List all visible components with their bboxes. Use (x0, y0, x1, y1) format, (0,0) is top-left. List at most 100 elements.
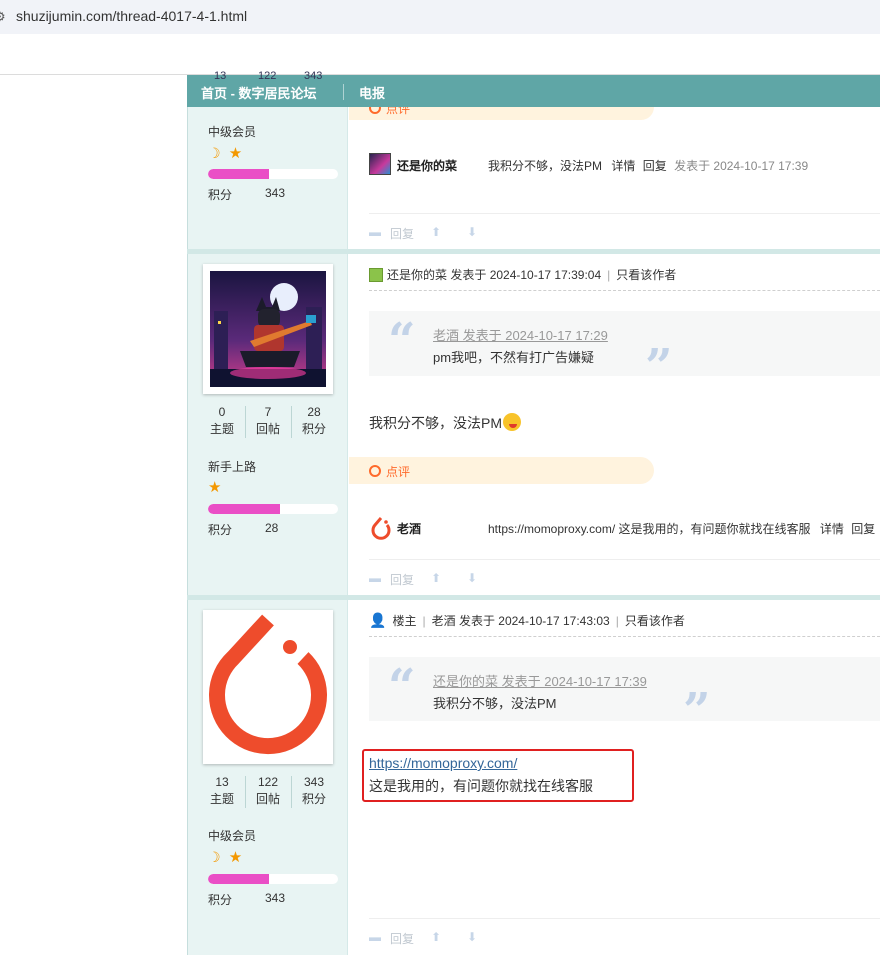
bookmarks-bar (0, 34, 880, 75)
post-author[interactable]: 还是你的菜 (387, 268, 447, 282)
avatar[interactable] (369, 153, 391, 175)
post-meta: 👤 楼主 | 老酒 发表于 2024-10-17 17:43:03 | 只看该作者 (369, 612, 685, 628)
post-time: 发表于 2024-10-17 17:39:04 (450, 268, 602, 282)
comment-text: https://momoproxy.com/ 这是我用的，有问题你就找在线客服 … (488, 520, 875, 537)
stat-replies[interactable]: 7 回帖 (245, 404, 291, 438)
online-status-icon (369, 268, 383, 282)
stat-label: 回帖 (255, 792, 280, 806)
moon-icon: ☽ (208, 849, 221, 865)
nav-divider (343, 84, 344, 100)
dianping-label: 点评 (386, 465, 411, 479)
comment-detail-link[interactable]: 详情 (611, 159, 635, 173)
rank-progress-fill (208, 504, 280, 514)
owner-badge: 楼主 (392, 614, 417, 628)
url-text[interactable]: shuzijumin.com/thread-4017-4-1.html (16, 8, 247, 24)
open-quote-icon: “ (388, 659, 416, 715)
divider (369, 636, 880, 637)
only-author-link[interactable]: 只看该作者 (616, 268, 676, 282)
avatar-image (210, 271, 326, 387)
downvote-icon[interactable]: ⬇ (467, 930, 477, 944)
reply-icon[interactable]: ▬ (369, 930, 381, 944)
user-rank: 新手上路 (208, 460, 257, 474)
reply-button[interactable]: 回复 (390, 571, 414, 588)
stat-value: 7 (264, 405, 272, 419)
quote-block: “ 老酒 发表于 2024-10-17 17:29 pm我吧，不然有打广告嫌疑 … (369, 311, 880, 391)
ghost-stat-threads: 13 (214, 70, 227, 82)
emoji-icon (503, 413, 521, 431)
reply-icon[interactable]: ▬ (369, 571, 381, 585)
user-rank: 中级会员 (208, 125, 257, 139)
rank-icons: ☽ ★ (208, 848, 242, 866)
credit-row: 积分 343 (208, 891, 285, 908)
address-bar[interactable]: ⚙ shuzijumin.com/thread-4017-4-1.html (0, 0, 880, 34)
post-actions: ▬ 回复 ⬆ ⬇ (369, 223, 880, 241)
close-quote-icon: ” (645, 339, 673, 395)
downvote-icon[interactable]: ⬇ (467, 571, 477, 585)
star-icon: ★ (228, 145, 243, 162)
post-separator (187, 249, 880, 254)
avatar-image (209, 614, 327, 755)
quote-block: “ 还是你的菜 发表于 2024-10-17 17:39 我积分不够，没法PM … (369, 657, 880, 735)
post-meta: 还是你的菜 发表于 2024-10-17 17:39:04 | 只看该作者 (369, 266, 676, 283)
stat-label: 回帖 (255, 422, 280, 436)
avatar[interactable] (369, 516, 393, 540)
site-info-icon[interactable]: ⚙ (0, 9, 8, 25)
stat-label: 主题 (209, 792, 234, 806)
nav-telegram-link[interactable]: 电报 (359, 83, 385, 102)
post-separator (187, 595, 880, 600)
comment-detail-link[interactable]: 详情 (820, 522, 844, 536)
stat-credits[interactable]: 343 积分 (291, 774, 337, 808)
open-quote-icon: “ (388, 313, 416, 369)
stat-value: 0 (218, 405, 226, 419)
comment-item: 还是你的菜 我积分不够，没法PM 详情 回复 发表于 2024-10-17 17… (369, 151, 880, 177)
comment-reply-link[interactable]: 回复 (643, 159, 667, 173)
stat-threads[interactable]: 0 主题 (199, 404, 245, 438)
upvote-icon[interactable]: ⬆ (431, 930, 441, 944)
user-stats: 13 主题 122 回帖 343 积分 (199, 774, 339, 810)
close-quote-icon: ” (683, 683, 711, 739)
stat-threads[interactable]: 13 主题 (199, 774, 245, 808)
post-actions: ▬ 回复 ⬆ ⬇ (369, 569, 880, 587)
comment-circle-icon (369, 465, 381, 477)
avatar[interactable] (203, 264, 333, 394)
stat-value: 122 (257, 775, 279, 789)
comment-item: 老酒 https://momoproxy.com/ 这是我用的，有问题你就找在线… (369, 514, 880, 540)
stat-replies[interactable]: 122 回帖 (245, 774, 291, 808)
downvote-icon[interactable]: ⬇ (467, 225, 477, 239)
credit-value: 343 (265, 891, 286, 905)
post-author[interactable]: 老酒 (432, 614, 456, 628)
upvote-icon[interactable]: ⬆ (431, 225, 441, 239)
comment-author[interactable]: 老酒 (397, 520, 421, 537)
dianping-header: 点评 (349, 457, 654, 484)
post-body-text: 我积分不够，没法PM (369, 415, 502, 431)
upvote-icon[interactable]: ⬆ (431, 571, 441, 585)
rank-progress (208, 874, 338, 884)
star-icon: ★ (228, 849, 243, 866)
post-actions: ▬ 回复 ⬆ ⬇ (369, 928, 880, 946)
comment-reply-link[interactable]: 回复 (851, 522, 875, 536)
ghost-stat-credits: 343 (304, 70, 323, 82)
reply-icon[interactable]: ▬ (369, 225, 381, 239)
avatar[interactable] (203, 610, 333, 764)
comment-text: 我积分不够，没法PM 详情 回复 发表于 2024-10-17 17:39 (488, 157, 808, 174)
highlight-box (362, 749, 634, 802)
comment-author[interactable]: 还是你的菜 (397, 157, 457, 174)
only-author-link[interactable]: 只看该作者 (625, 614, 685, 628)
quote-source[interactable]: 老酒 发表于 2024-10-17 17:29 (433, 325, 608, 344)
nav-home-link[interactable]: 首页 - 数字居民论坛 (201, 83, 317, 102)
credit-row: 积分 28 (208, 521, 278, 538)
quote-source[interactable]: 还是你的菜 发表于 2024-10-17 17:39 (433, 671, 647, 690)
post-time: 发表于 2024-10-17 17:43:03 (458, 614, 610, 628)
user-icon: 👤 (369, 612, 387, 628)
moon-icon: ☽ (208, 145, 221, 161)
stat-credits[interactable]: 28 积分 (291, 404, 337, 438)
stat-value: 343 (303, 775, 325, 789)
reply-button[interactable]: 回复 (390, 225, 414, 242)
credit-label: 积分 (208, 893, 233, 907)
rank-progress-fill (208, 874, 270, 884)
stat-label: 积分 (301, 422, 326, 436)
post-body: 我积分不够，没法PM (369, 413, 521, 433)
rank-icons: ★ (208, 478, 221, 496)
reply-button[interactable]: 回复 (390, 930, 414, 947)
credit-value: 343 (265, 186, 286, 200)
